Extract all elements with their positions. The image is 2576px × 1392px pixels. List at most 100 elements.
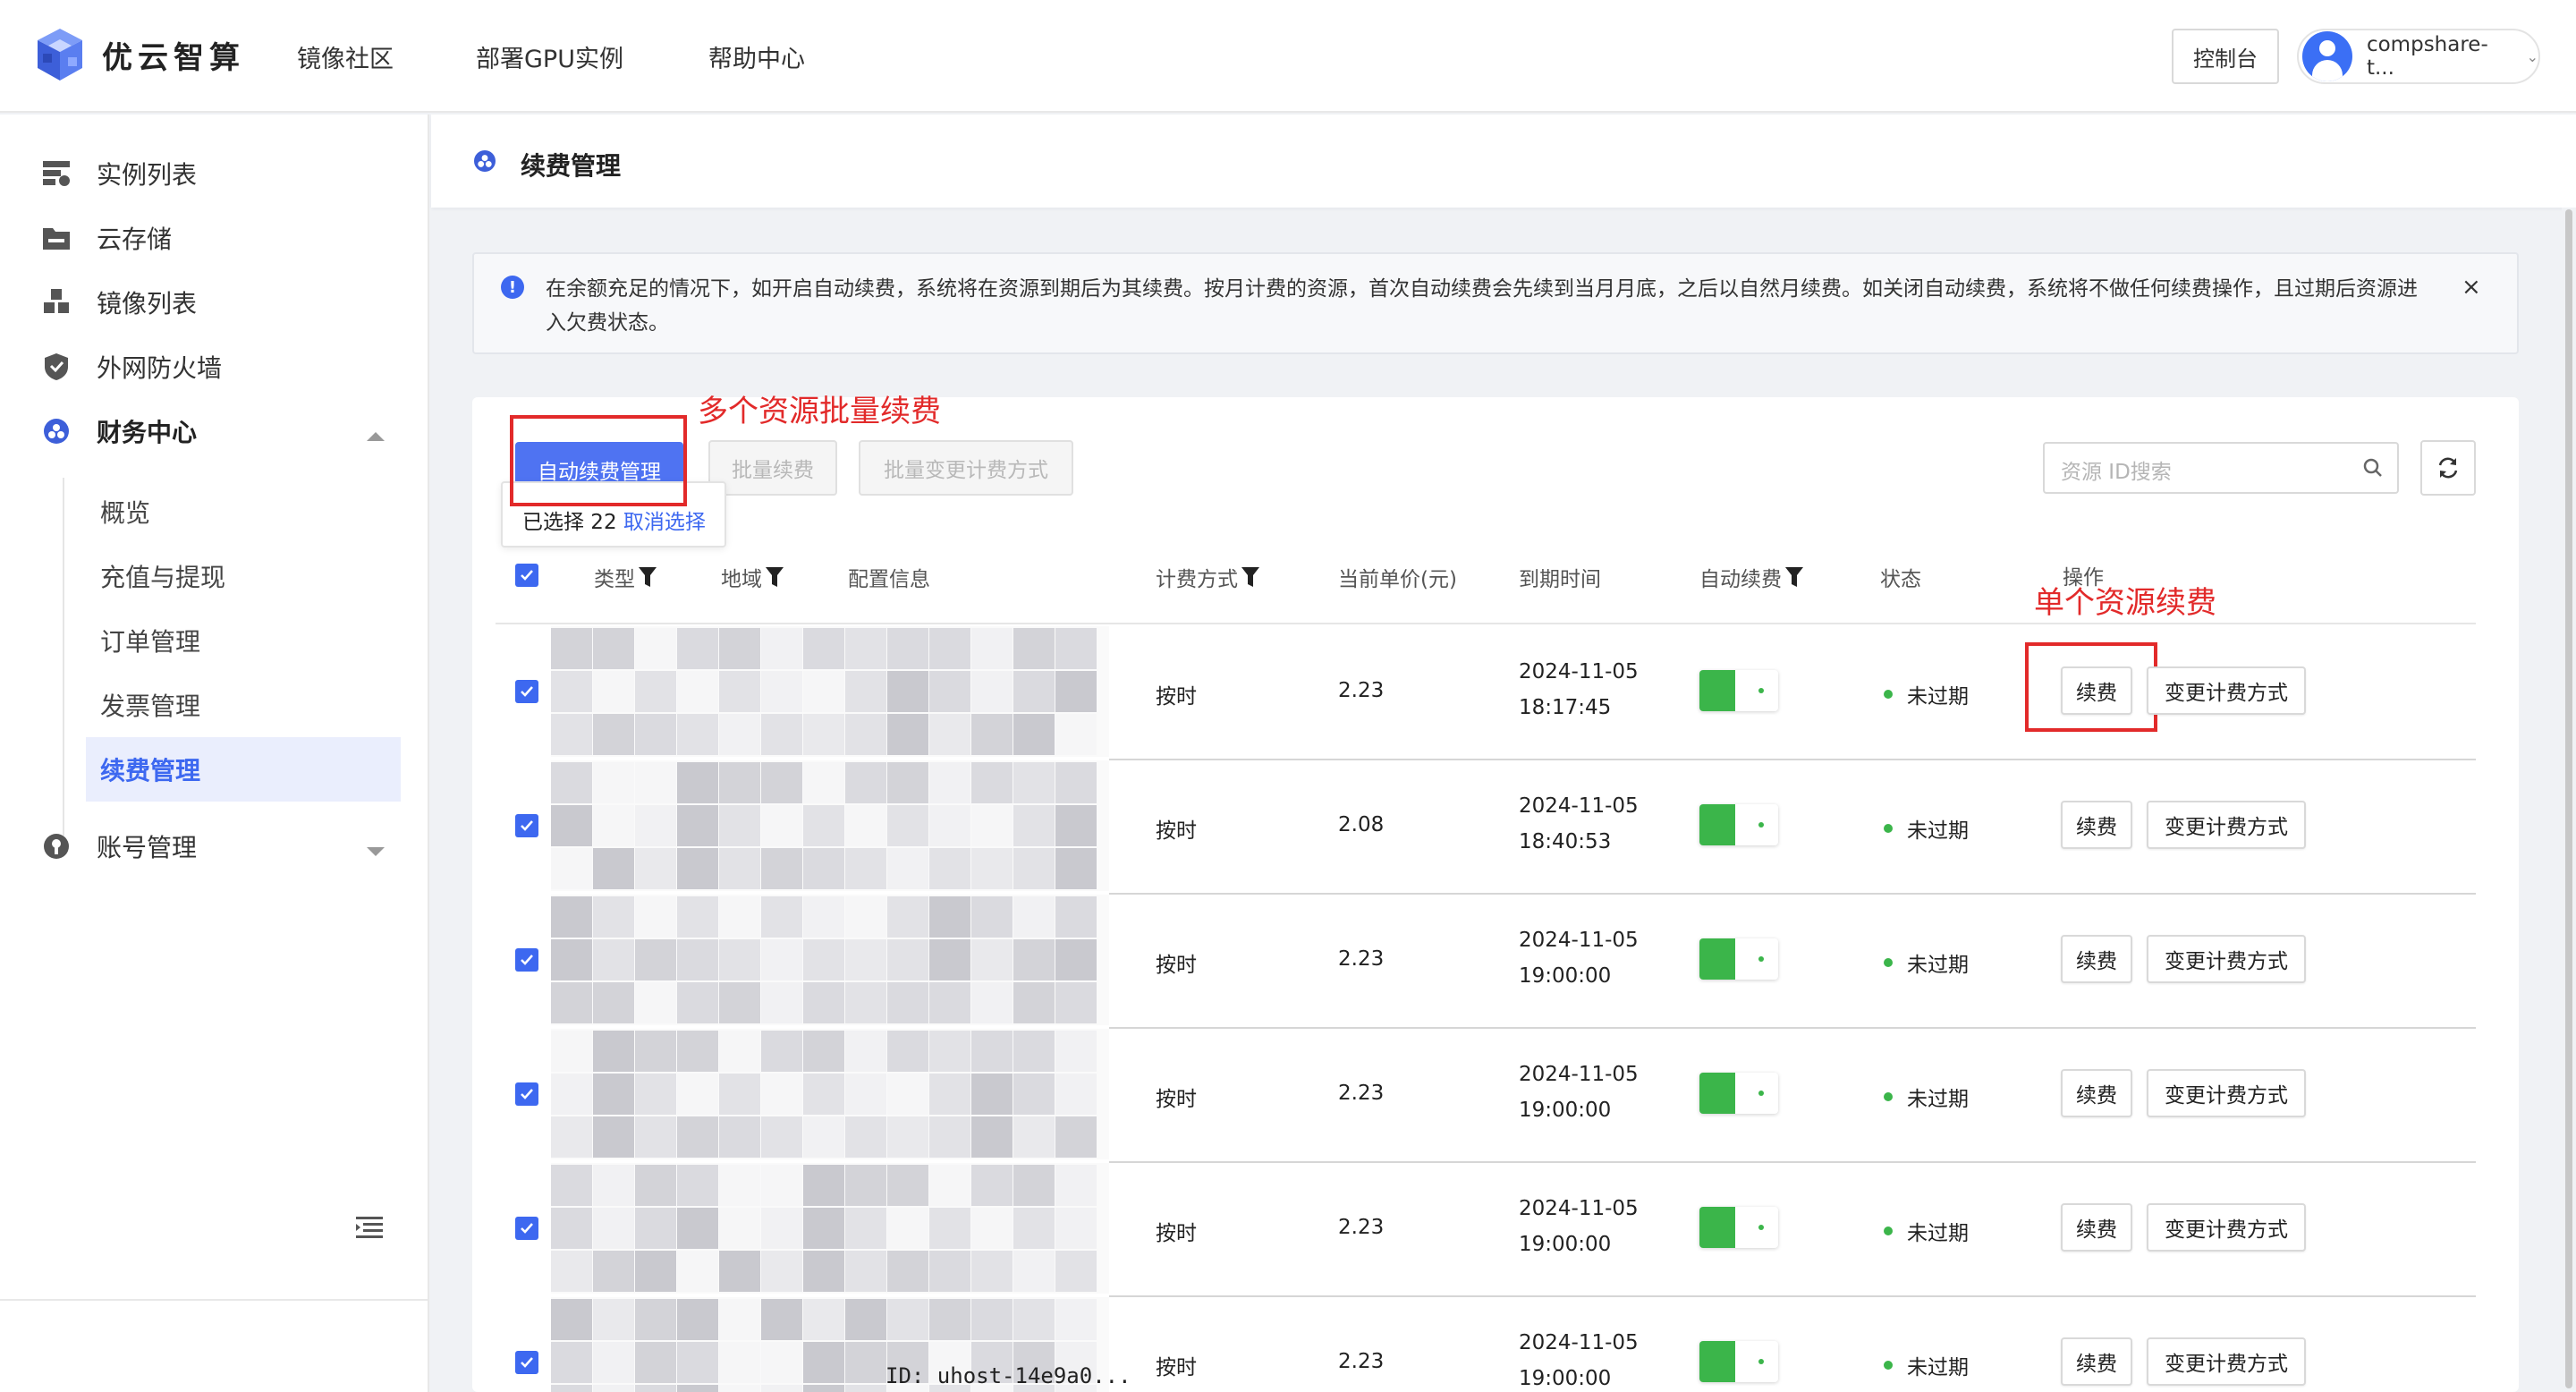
filter-icon — [1241, 567, 1259, 587]
sidebar-subitem-overview[interactable]: 概览 — [100, 494, 150, 530]
annotation-label-batch: 多个资源批量续费 — [698, 394, 941, 429]
mosaic-tile — [593, 1031, 634, 1072]
mosaic-tile — [719, 1165, 760, 1206]
submenu-guide-line — [63, 478, 64, 836]
mosaic-tile — [1055, 628, 1097, 669]
mosaic-tile — [1055, 1251, 1097, 1292]
change-billing-button[interactable]: 变更计费方式 — [2147, 1069, 2306, 1117]
mosaic-tile — [1055, 762, 1097, 803]
nav-help-center[interactable]: 帮助中心 — [708, 39, 805, 74]
status-badge: 未过期 — [1884, 1082, 1969, 1112]
sidebar-subitem-orders[interactable]: 订单管理 — [100, 623, 200, 658]
row-checkbox[interactable] — [515, 680, 538, 703]
auto-renew-toggle[interactable] — [1699, 1073, 1778, 1114]
mosaic-tile — [887, 805, 928, 846]
sidebar-item-cloud-storage[interactable]: 云存储 — [41, 220, 172, 256]
auto-renew-toggle[interactable] — [1699, 938, 1778, 980]
change-billing-button[interactable]: 变更计费方式 — [2147, 1203, 2306, 1252]
mosaic-tile — [593, 896, 634, 938]
chevron-down-icon: ⌄ — [2526, 47, 2538, 65]
header-label: 自动续费 — [1699, 568, 1782, 591]
auto-renew-toggle[interactable] — [1699, 1341, 1778, 1382]
nav-deploy-gpu[interactable]: 部署GPU实例 — [476, 39, 623, 74]
redacted-resource-info — [551, 626, 1109, 757]
chevron-down-icon[interactable] — [367, 845, 385, 862]
auto-renew-toggle[interactable] — [1699, 670, 1778, 711]
mosaic-tile — [803, 1342, 844, 1383]
mosaic-tile — [677, 896, 718, 938]
cancel-selection-link[interactable]: 取消选择 — [623, 511, 706, 534]
mosaic-tile — [1013, 896, 1055, 938]
nav-image-community[interactable]: 镜像社区 — [297, 39, 394, 74]
change-billing-button[interactable]: 变更计费方式 — [2147, 1337, 2306, 1386]
auto-renew-toggle[interactable] — [1699, 804, 1778, 845]
renew-button[interactable]: 续费 — [2061, 1337, 2132, 1386]
sidebar-item-label: 外网防火墙 — [97, 353, 223, 383]
mosaic-tile — [803, 982, 844, 1023]
mosaic-tile — [929, 714, 970, 755]
expire-time: 2024-11-05 19:00:00 — [1519, 922, 1639, 994]
sidebar-item-label: 云存储 — [97, 225, 173, 254]
row-checkbox[interactable] — [515, 1217, 538, 1240]
renew-button[interactable]: 续费 — [2061, 801, 2132, 849]
billing-method: 按时 — [1156, 685, 1197, 709]
sidebar-item-account[interactable]: 账号管理 — [41, 828, 197, 864]
mosaic-tile — [887, 714, 928, 755]
select-all-checkbox[interactable] — [515, 564, 538, 587]
mosaic-tile — [1013, 1074, 1055, 1115]
brand-logo[interactable]: 优云智算 — [34, 27, 245, 82]
mosaic-tile — [593, 982, 634, 1023]
mosaic-tile — [719, 714, 760, 755]
sidebar-item-images[interactable]: 镜像列表 — [41, 284, 197, 320]
mosaic-tile — [1013, 1251, 1055, 1292]
mosaic-tile — [1013, 848, 1055, 889]
sidebar-item-finance[interactable]: 财务中心 — [41, 413, 197, 449]
collapse-menu-icon[interactable] — [356, 1217, 383, 1242]
column-header-auto-renew[interactable]: 自动续费 — [1699, 562, 1803, 592]
mosaic-tile — [887, 982, 928, 1023]
sidebar-item-firewall[interactable]: 外网防火墙 — [41, 349, 222, 385]
renew-button[interactable]: 续费 — [2061, 666, 2132, 715]
sidebar-subitem-recharge[interactable]: 充值与提现 — [100, 558, 225, 594]
mosaic-tile — [1013, 1116, 1055, 1158]
batch-change-billing-button[interactable]: 批量变更计费方式 — [859, 440, 1073, 496]
sidebar-subitem-invoices[interactable]: 发票管理 — [100, 687, 200, 723]
mosaic-tile — [1055, 671, 1097, 712]
billing-method: 按时 — [1156, 954, 1197, 977]
refresh-button[interactable] — [2420, 440, 2476, 496]
cubes-icon — [41, 287, 72, 318]
close-icon[interactable]: × — [2462, 274, 2481, 301]
renew-button[interactable]: 续费 — [2061, 1203, 2132, 1252]
column-header-type[interactable]: 类型 — [594, 562, 657, 592]
status-text: 未过期 — [1907, 819, 1969, 843]
row-checkbox[interactable] — [515, 1082, 538, 1106]
mosaic-tile — [887, 762, 928, 803]
chevron-up-icon[interactable] — [367, 429, 385, 446]
expire-time: 2024-11-05 19:00:00 — [1519, 1057, 1639, 1128]
sidebar-subitem-renewal[interactable]: 续费管理 — [100, 751, 200, 787]
auto-renew-toggle[interactable] — [1699, 1207, 1778, 1248]
expire-date: 2024-11-05 — [1519, 1063, 1639, 1086]
sidebar-item-instances[interactable]: 实例列表 — [41, 156, 197, 191]
console-button[interactable]: 控制台 — [2172, 29, 2279, 84]
renew-button[interactable]: 续费 — [2061, 935, 2132, 983]
mosaic-tile — [635, 939, 676, 980]
scrollbar-thumb[interactable] — [2565, 209, 2572, 1388]
row-divider — [1109, 1027, 2476, 1029]
mosaic-tile — [803, 848, 844, 889]
user-menu[interactable]: compshare-t... ⌄ — [2297, 29, 2540, 84]
renew-button[interactable]: 续费 — [2061, 1069, 2132, 1117]
resource-id-search[interactable]: 资源 ID搜索 — [2043, 442, 2399, 494]
column-header-region[interactable]: 地域 — [721, 562, 784, 592]
mosaic-tile — [887, 848, 928, 889]
batch-renew-button[interactable]: 批量续费 — [708, 440, 837, 496]
row-checkbox[interactable] — [515, 1351, 538, 1374]
change-billing-button[interactable]: 变更计费方式 — [2147, 935, 2306, 983]
row-checkbox[interactable] — [515, 814, 538, 837]
mosaic-tile — [803, 939, 844, 980]
change-billing-button[interactable]: 变更计费方式 — [2147, 801, 2306, 849]
row-checkbox[interactable] — [515, 948, 538, 972]
mosaic-tile — [719, 1031, 760, 1072]
change-billing-button[interactable]: 变更计费方式 — [2147, 666, 2306, 715]
column-header-billing[interactable]: 计费方式 — [1156, 562, 1259, 592]
